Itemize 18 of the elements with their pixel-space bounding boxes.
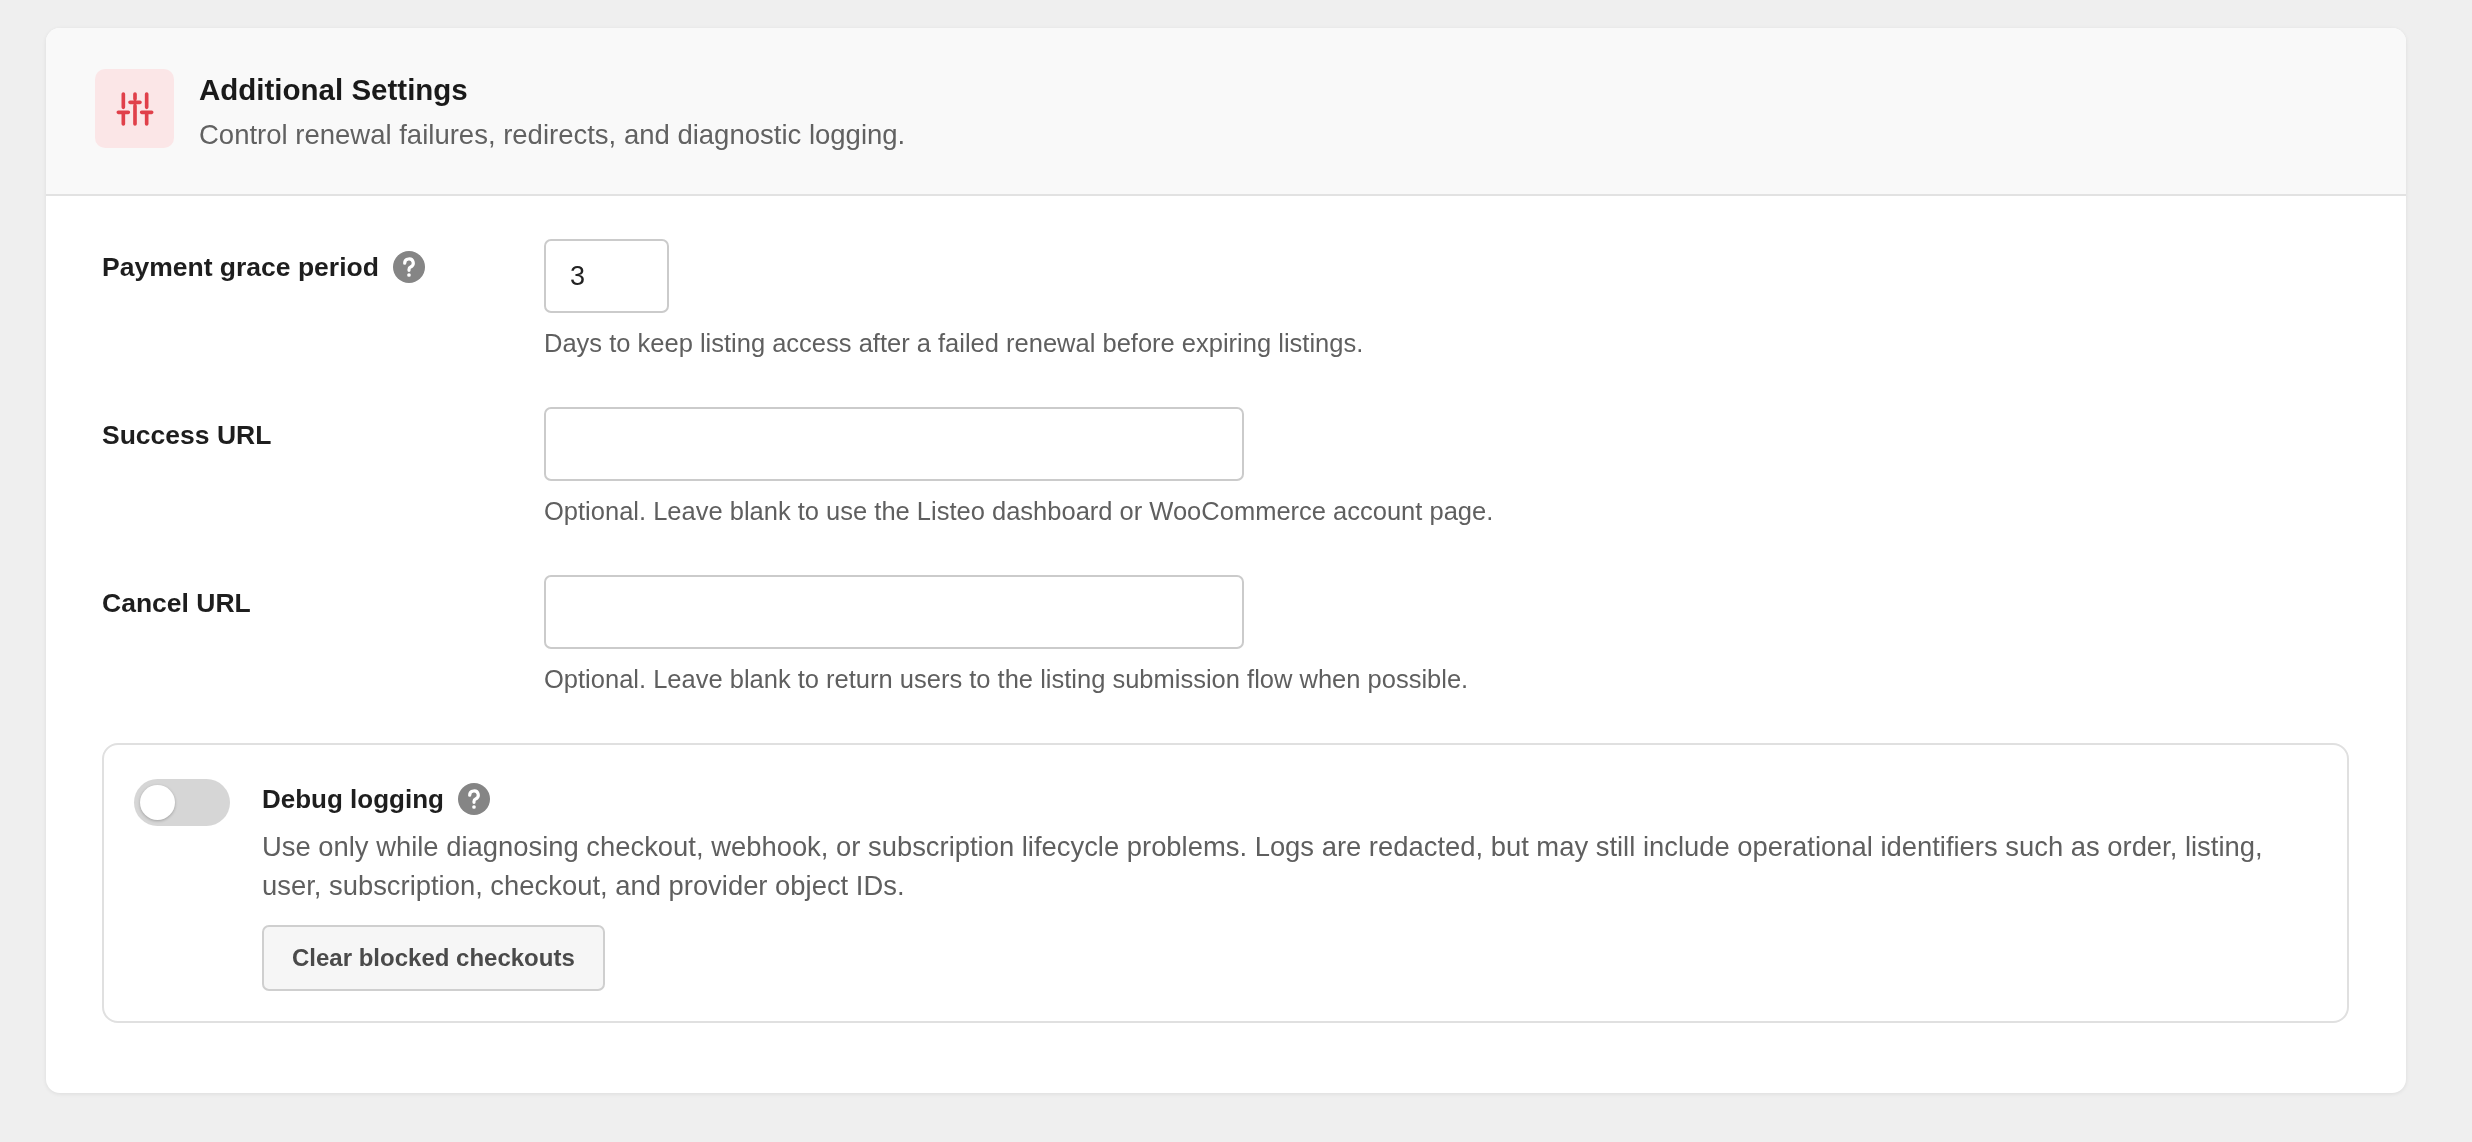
- help-icon[interactable]: [457, 783, 490, 815]
- field-hint: Days to keep listing access after a failed renewal before expiring listings.: [544, 328, 1364, 359]
- field-label: Cancel URL: [102, 587, 251, 619]
- text-input-field[interactable]: 3: [544, 239, 669, 313]
- field-hint: Optional. Leave blank to return users to the listing submission flow when possible.: [544, 664, 1469, 695]
- field-label: Success URL: [102, 419, 272, 451]
- field-label: Payment grace period: [102, 251, 379, 283]
- text-input-field[interactable]: [544, 407, 1244, 481]
- debug-label: Debug logging: [262, 783, 444, 815]
- section-title: Additional Settings: [199, 72, 469, 108]
- sliders-icon: [95, 69, 174, 148]
- help-icon[interactable]: [392, 251, 425, 283]
- clear-checkouts-button[interactable]: Clear blocked checkouts: [262, 925, 605, 991]
- toggle-switch[interactable]: [134, 779, 230, 826]
- debug-description: Use only while diagnosing checkout, webhook, or subscription lifecycle problems. Logs are redacted, but may still include operational identifiers such as order, listing, user, subscription, checkout, and provider object IDs.: [262, 830, 2264, 903]
- section-subtitle: Control renewal failures, redirects, and diagnostic logging.: [199, 118, 906, 152]
- field-hint: Optional. Leave blank to use the Listeo dashboard or WooCommerce account page.: [544, 496, 1494, 527]
- text-input-field[interactable]: [544, 575, 1244, 649]
